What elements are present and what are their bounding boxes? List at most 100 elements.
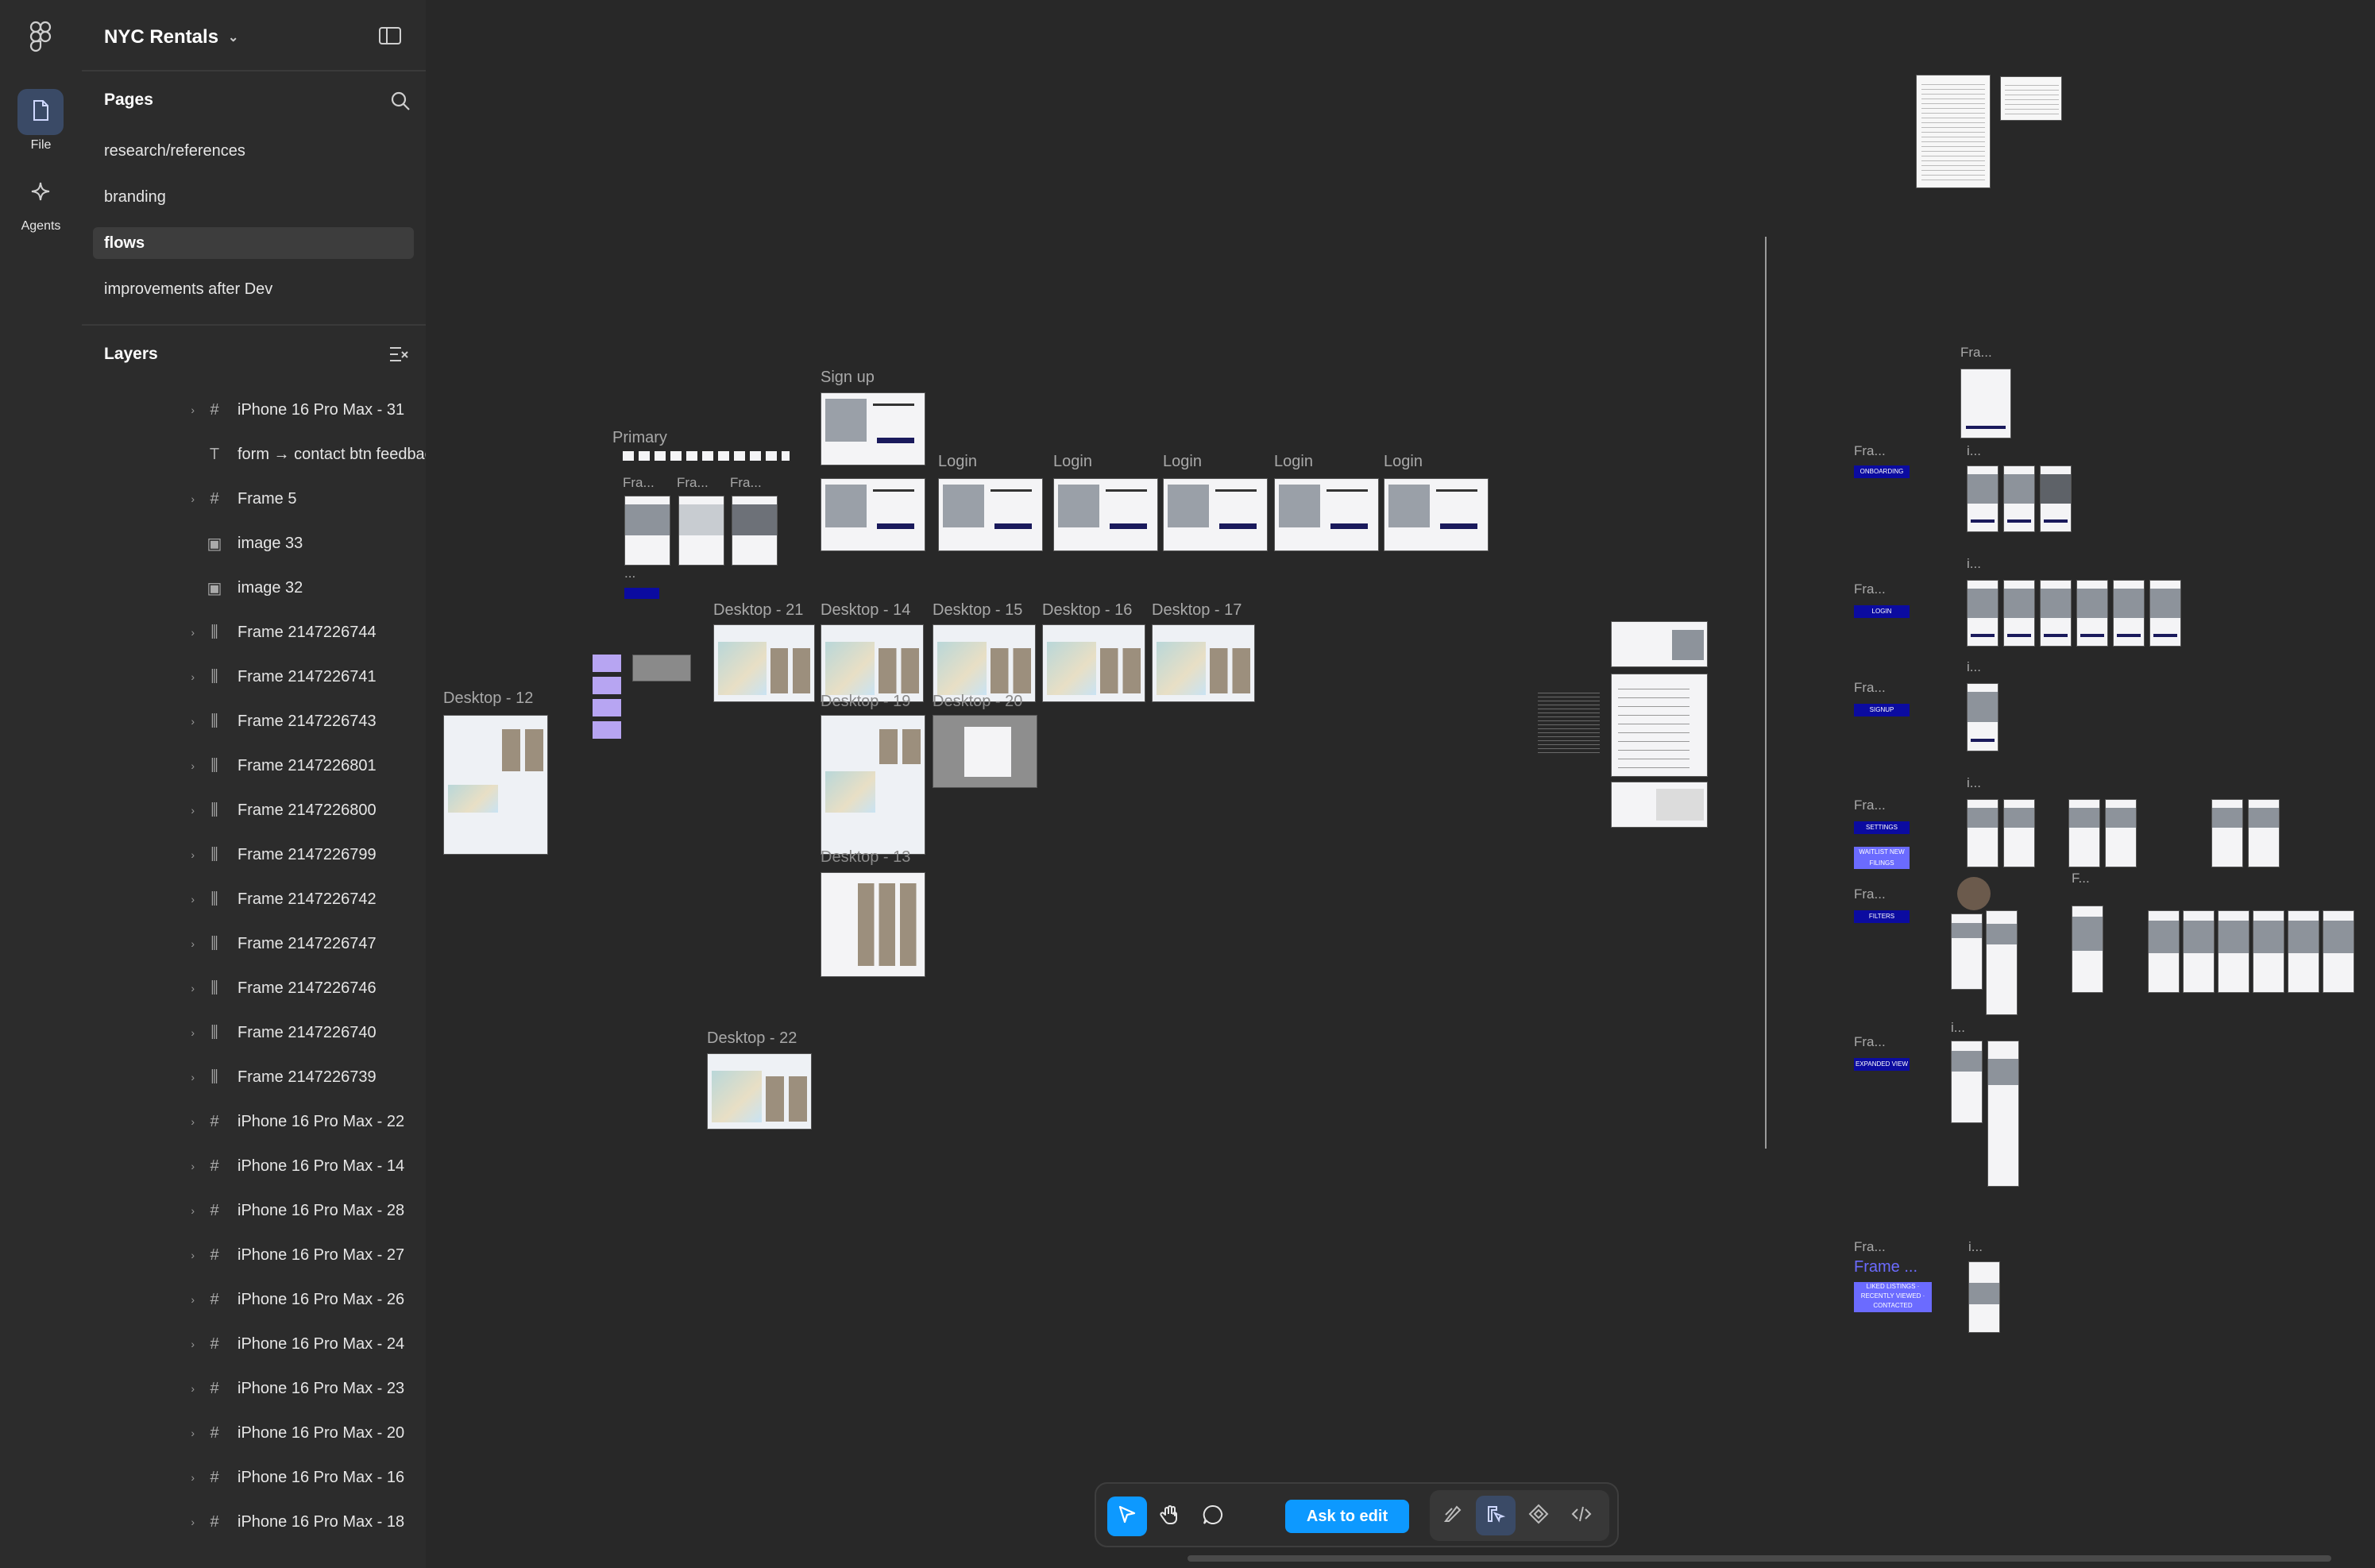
- chevron-right-icon[interactable]: ›: [183, 1516, 195, 1528]
- layer-row[interactable]: › # iPhone 16 Pro Max - 23: [82, 1366, 426, 1411]
- login-frame[interactable]: [821, 478, 925, 551]
- layer-row[interactable]: › # iPhone 16 Pro Max - 22: [82, 1099, 426, 1144]
- layer-row[interactable]: › ⫼ Frame 2147226799: [82, 832, 426, 877]
- chevron-right-icon[interactable]: ›: [183, 893, 195, 906]
- desktop-20-frame[interactable]: [933, 715, 1037, 788]
- filters-phone-frame[interactable]: [1986, 910, 2018, 1015]
- layer-row[interactable]: › ⫼ Frame 2147226741: [82, 655, 426, 699]
- hand-tool-button[interactable]: [1150, 1497, 1190, 1536]
- layer-row[interactable]: Tform → contact btn feedback - we w: [82, 432, 426, 477]
- desktop-19-frame[interactable]: [821, 715, 925, 855]
- filters-phone-frame[interactable]: [2072, 906, 2103, 993]
- settings-phone-frame[interactable]: [2105, 799, 2137, 867]
- figma-logo-icon[interactable]: [29, 21, 52, 52]
- agents-rail-button[interactable]: [17, 170, 64, 216]
- file-rail-button[interactable]: [17, 89, 64, 135]
- chevron-right-icon[interactable]: ›: [183, 1427, 195, 1439]
- sticky-notes[interactable]: [593, 655, 621, 742]
- onboarding-frame[interactable]: [732, 496, 778, 566]
- listing-phone-frame[interactable]: [2288, 910, 2319, 993]
- chevron-right-icon[interactable]: ›: [183, 404, 195, 416]
- layer-row[interactable]: › # iPhone 16 Pro Max - 20: [82, 1411, 426, 1455]
- layer-row[interactable]: › # iPhone 16 Pro Max - 16: [82, 1455, 426, 1500]
- settings-phone-frame[interactable]: [2003, 799, 2035, 867]
- desktop-frame[interactable]: [1042, 624, 1145, 702]
- chevron-right-icon[interactable]: ›: [183, 1471, 195, 1484]
- reference-frame[interactable]: [1611, 674, 1708, 777]
- login-phone-frame[interactable]: [2003, 580, 2035, 647]
- chevron-right-icon[interactable]: ›: [183, 1204, 195, 1217]
- login-frame[interactable]: [1053, 478, 1158, 551]
- chevron-right-icon[interactable]: ›: [183, 759, 195, 772]
- layer-row[interactable]: › # iPhone 16 Pro Max - 31: [82, 388, 426, 432]
- reference-frame[interactable]: [1611, 621, 1708, 667]
- desktop-22-frame[interactable]: [707, 1053, 812, 1130]
- chevron-right-icon[interactable]: ›: [183, 1115, 195, 1128]
- onboarding-phone-frame[interactable]: [1967, 465, 1998, 532]
- desktop-frame[interactable]: [933, 624, 1036, 702]
- login-frame[interactable]: [938, 478, 1043, 551]
- layer-row[interactable]: › # iPhone 16 Pro Max - 14: [82, 1144, 426, 1188]
- primary-button-sample[interactable]: [624, 588, 659, 599]
- page-flows[interactable]: flows: [93, 227, 414, 259]
- chevron-right-icon[interactable]: ›: [183, 1026, 195, 1039]
- onboarding-phone-frame[interactable]: [2003, 465, 2035, 532]
- signup-frame[interactable]: [821, 392, 925, 465]
- login-phone-frame[interactable]: [2149, 580, 2181, 647]
- chevron-right-icon[interactable]: ›: [183, 1071, 195, 1083]
- chevron-right-icon[interactable]: ›: [183, 670, 195, 683]
- desktop-frame[interactable]: [821, 624, 924, 702]
- onboarding-phone-frame[interactable]: [2040, 465, 2072, 532]
- listing-phone-frame[interactable]: [2323, 910, 2354, 993]
- desktop-frame[interactable]: [1152, 624, 1255, 702]
- layer-row[interactable]: › ⫼ Frame 2147226742: [82, 877, 426, 921]
- chevron-right-icon[interactable]: ›: [183, 1382, 195, 1395]
- horizontal-scrollbar[interactable]: [1188, 1555, 2331, 1562]
- layer-row[interactable]: › # Frame 5: [82, 477, 426, 521]
- layer-row[interactable]: › # iPhone 16 Pro Max - 26: [82, 1277, 426, 1322]
- onboarding-phone-frame[interactable]: [1960, 369, 2011, 438]
- design-mode-button[interactable]: [1476, 1496, 1516, 1535]
- layer-row[interactable]: › # iPhone 16 Pro Max - 24: [82, 1322, 426, 1366]
- login-phone-frame[interactable]: [2076, 580, 2108, 647]
- layer-row[interactable]: › ⫼ Frame 2147226801: [82, 743, 426, 788]
- page-research-references[interactable]: research/references: [93, 135, 414, 167]
- expanded-phone-frame[interactable]: [1951, 1041, 1983, 1123]
- layer-row[interactable]: ▣ image 32: [82, 566, 426, 610]
- settings-phone-frame[interactable]: [1967, 799, 1998, 867]
- chevron-right-icon[interactable]: ›: [183, 982, 195, 994]
- layer-row[interactable]: › ⫼ Frame 2147226800: [82, 788, 426, 832]
- chevron-right-icon[interactable]: ›: [183, 626, 195, 639]
- listing-phone-frame[interactable]: [2218, 910, 2249, 993]
- tag-filters[interactable]: FILTERS: [1854, 910, 1910, 923]
- chevron-right-icon[interactable]: ›: [183, 1160, 195, 1172]
- collapse-layers-icon[interactable]: [388, 345, 409, 368]
- chevron-right-icon[interactable]: ›: [183, 492, 195, 505]
- login-phone-frame[interactable]: [2113, 580, 2145, 647]
- layer-row[interactable]: › ⫼ Frame 2147226740: [82, 1010, 426, 1055]
- tag-waitlist[interactable]: WAITLIST NEW FILINGS: [1854, 847, 1910, 869]
- desktop-frame[interactable]: [713, 624, 815, 702]
- layer-row[interactable]: › ⫼ Frame 2147226739: [82, 1055, 426, 1099]
- login-frame[interactable]: [1163, 478, 1268, 551]
- layer-row[interactable]: › # iPhone 16 Pro Max - 28: [82, 1188, 426, 1233]
- expanded-phone-frame[interactable]: [1987, 1041, 2019, 1187]
- layer-row[interactable]: › ⫼ Frame 2147226747: [82, 921, 426, 966]
- login-phone-frame[interactable]: [2040, 580, 2072, 647]
- login-phone-frame[interactable]: [1967, 580, 1998, 647]
- chevron-right-icon[interactable]: ›: [183, 937, 195, 950]
- tag-onboarding[interactable]: ONBOARDING: [1854, 465, 1910, 478]
- tag-liked-listings[interactable]: LIKED LISTINGS · RECENTLY VIEWED · CONTA…: [1854, 1282, 1932, 1312]
- chevron-right-icon[interactable]: ›: [183, 848, 195, 861]
- chevron-right-icon[interactable]: ›: [183, 715, 195, 728]
- toggle-sidebar-icon[interactable]: [379, 27, 401, 48]
- reference-document-frame[interactable]: [2000, 76, 2062, 121]
- chevron-right-icon[interactable]: ›: [183, 1249, 195, 1261]
- layer-row[interactable]: ▣ image 33: [82, 521, 426, 566]
- primary-components-strip[interactable]: [623, 451, 790, 461]
- notes-text-block[interactable]: [1538, 689, 1600, 753]
- listing-phone-frame[interactable]: [2148, 910, 2180, 993]
- tag-login[interactable]: LOGIN: [1854, 605, 1910, 618]
- page-branding[interactable]: branding: [93, 181, 414, 213]
- settings-phone-frame[interactable]: [2248, 799, 2280, 867]
